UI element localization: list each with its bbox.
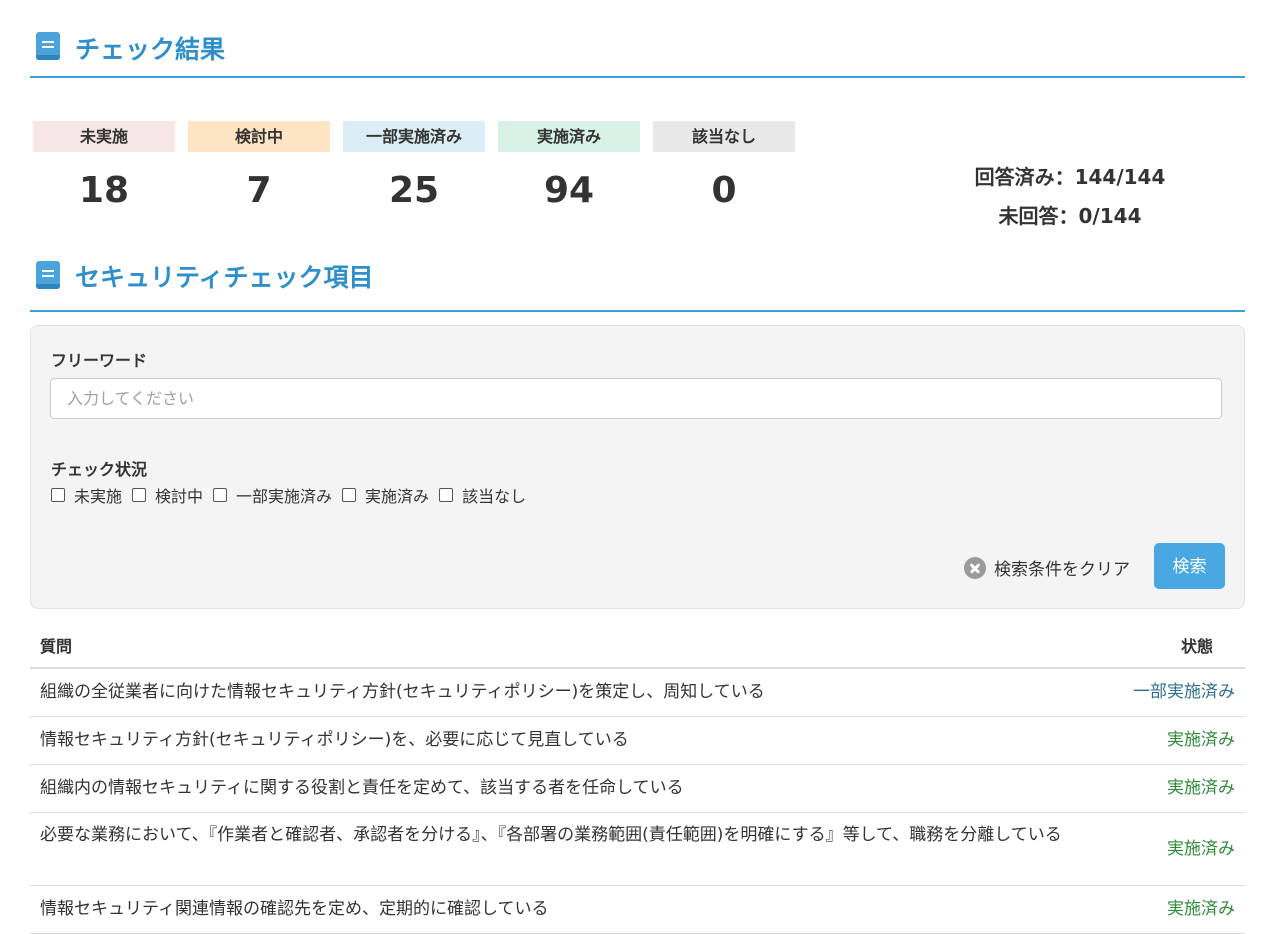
table-row[interactable]: 情報セキュリティ方針(セキュリティポリシー)を、必要に応じて見直している 実施済… (30, 717, 1245, 765)
checkbox-label: 未実施 (74, 487, 123, 506)
stat-label: 未実施 (33, 121, 175, 152)
section-title: チェック結果 (75, 35, 226, 64)
checkbox-label: 検討中 (155, 487, 204, 506)
security-check-items-header: セキュリティチェック項目 (30, 258, 1245, 312)
checkbox[interactable] (132, 488, 147, 502)
checkbox[interactable] (439, 488, 454, 502)
table-row[interactable]: 情報セキュリティ関連情報の確認先を定め、定期的に確認している 実施済み (30, 886, 1245, 934)
check-result-header: チェック結果 (30, 30, 1245, 78)
row-question: 必要な業務において、『作業者と確認者、承認者を分ける』、『各部署の業務範囲(責任… (40, 825, 1062, 845)
row-question: 情報セキュリティ方針(セキュリティポリシー)を、必要に応じて見直している (40, 730, 629, 750)
status-filter-group: 未実施 検討中 一部実施済み 実施済み 該当なし (51, 483, 536, 507)
row-status: 実施済み (1167, 899, 1235, 919)
stat-label: 一部実施済み (343, 121, 485, 152)
answered-count: 回答済み：144/144 (974, 165, 1166, 189)
clear-conditions-label: 検索条件をクリア (994, 560, 1130, 580)
stat-value: 0 (711, 170, 737, 211)
stat-implemented: 実施済み 94 (498, 121, 640, 211)
search-button[interactable]: 検索 (1154, 543, 1225, 589)
row-question: 組織内の情報セキュリティに関する役割と責任を定めて、該当する者を任命している (40, 778, 684, 798)
column-header-question: 質問 (40, 637, 73, 656)
checkbox[interactable] (213, 488, 228, 502)
close-circle-icon[interactable] (964, 556, 986, 579)
row-question: 情報セキュリティ関連情報の確認先を定め、定期的に確認している (40, 899, 549, 919)
status-checkbox-under-review[interactable]: 検討中 (132, 483, 203, 507)
stat-value: 25 (388, 170, 440, 211)
table-header: 質問 状態 (30, 620, 1245, 669)
stat-value: 7 (246, 170, 272, 211)
status-checkbox-partially-implemented[interactable]: 一部実施済み (213, 483, 332, 507)
stat-not-applicable: 該当なし 0 (653, 121, 795, 211)
stat-not-implemented: 未実施 18 (33, 121, 175, 211)
unanswered-count: 未回答：0/144 (998, 204, 1142, 228)
stat-under-review: 検討中 7 (188, 121, 330, 211)
status-checkbox-not-implemented[interactable]: 未実施 (51, 483, 122, 507)
stat-partially-implemented: 一部実施済み 25 (343, 121, 485, 211)
freeword-label: フリーワード (51, 351, 148, 370)
table-row[interactable]: 必要な業務において、『作業者と確認者、承認者を分ける』、『各部署の業務範囲(責任… (30, 813, 1245, 886)
clear-conditions-link[interactable]: 検索条件をクリア (964, 555, 1130, 580)
checkbox-label: 一部実施済み (236, 487, 333, 506)
row-status: 実施済み (1167, 839, 1235, 859)
search-panel: フリーワード チェック状況 未実施 検討中 一部実施済み 実施済み 該当なし 検… (30, 325, 1245, 609)
status-filter-label: チェック状況 (51, 460, 148, 479)
freeword-input[interactable] (50, 378, 1222, 419)
book-icon (36, 32, 60, 60)
check-items-table: 質問 状態 組織の全従業者に向けた情報セキュリティ方針(セキュリティポリシー)を… (30, 620, 1245, 934)
stat-label: 実施済み (498, 121, 640, 152)
section-title: セキュリティチェック項目 (75, 263, 374, 292)
column-header-status: 状態 (1180, 637, 1213, 656)
stat-value: 18 (78, 170, 130, 211)
checkbox[interactable] (51, 488, 65, 502)
checkbox-label: 実施済み (365, 487, 430, 506)
checkbox[interactable] (342, 488, 357, 502)
row-status: 実施済み (1167, 778, 1235, 798)
checkbox-label: 該当なし (462, 487, 527, 506)
table-row[interactable]: 組織内の情報セキュリティに関する役割と責任を定めて、該当する者を任命している 実… (30, 765, 1245, 813)
stat-label: 検討中 (188, 121, 330, 152)
stat-label: 該当なし (653, 121, 795, 152)
stat-value: 94 (543, 170, 595, 211)
status-checkbox-implemented[interactable]: 実施済み (342, 483, 429, 507)
row-status: 実施済み (1167, 730, 1235, 750)
book-icon (36, 261, 60, 289)
table-row[interactable]: 組織の全従業者に向けた情報セキュリティ方針(セキュリティポリシー)を策定し、周知… (30, 669, 1245, 717)
row-status: 一部実施済み (1133, 682, 1235, 702)
row-question: 組織の全従業者に向けた情報セキュリティ方針(セキュリティポリシー)を策定し、周知… (40, 682, 765, 702)
status-checkbox-not-applicable[interactable]: 該当なし (439, 483, 526, 507)
